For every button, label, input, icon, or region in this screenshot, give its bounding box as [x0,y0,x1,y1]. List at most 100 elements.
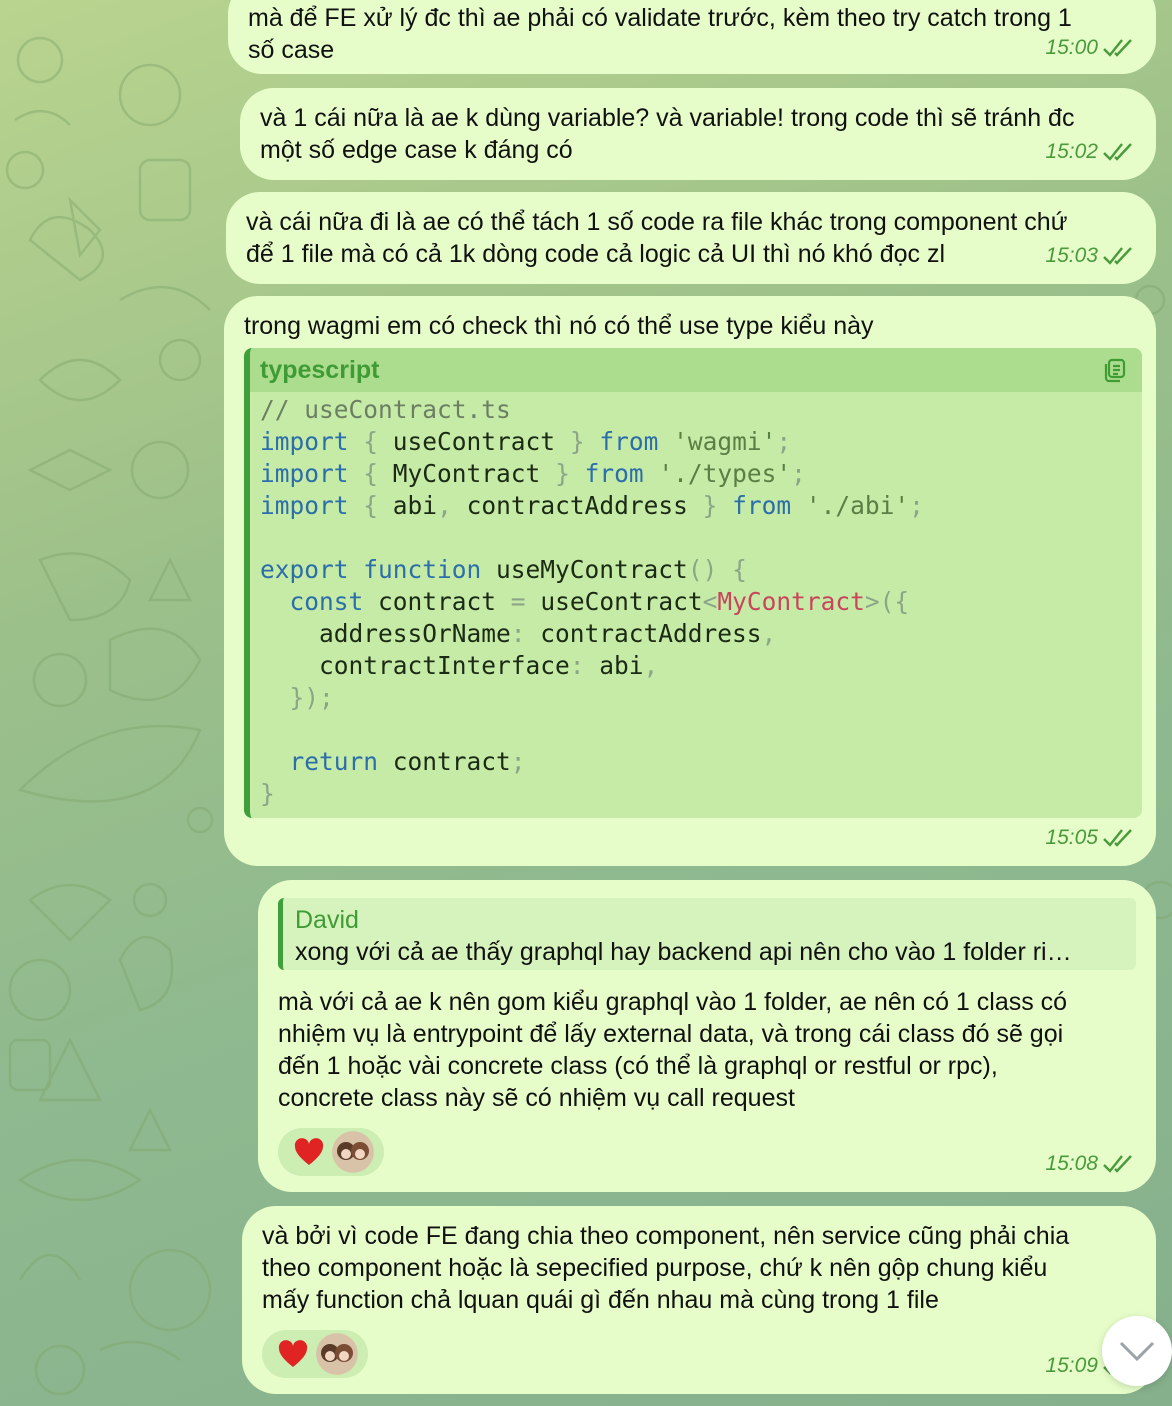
code-line: import { abi, contractAddress } from './… [260,490,1132,522]
message-bubble[interactable]: và 1 cái nữa là ae k dùng variable? và v… [240,88,1156,180]
code-token: from [599,427,659,456]
code-token: abi [584,651,644,680]
double-check-icon [1103,39,1132,57]
code-token: : [510,619,526,648]
avatar[interactable] [316,1333,358,1375]
code-token: = [510,587,526,616]
code-token: , [761,619,777,648]
message-bubble[interactable]: David xong với cả ae thấy graphql hay ba… [258,880,1156,1192]
message-text: và 1 cái nữa là ae k dùng variable? và v… [260,104,1075,164]
double-check-icon [1103,143,1132,161]
message-time-row: 15:02 [1045,140,1134,164]
code-token: addressOrName [260,619,511,648]
message-bubble[interactable]: mà để FE xử lý đc thì ae phải có validat… [228,0,1156,74]
code-line: import { MyContract } from './types'; [260,458,1132,490]
message-bubble[interactable]: và cái nữa đi là ae có thể tách 1 số cod… [226,192,1156,284]
code-token: import [260,459,349,488]
double-check-icon [1103,247,1132,265]
message-time: 15:03 [1045,244,1098,267]
message-text: và cái nữa đi là ae có thể tách 1 số cod… [246,208,1068,268]
message-time: 15:02 [1045,140,1098,163]
message-time-row: 15:00 [1045,36,1134,60]
code-token: contractAddress [451,491,703,520]
heart-icon[interactable] [278,1340,308,1368]
code-language: typescript [260,355,380,384]
message-time: 15:00 [1045,36,1098,59]
code-line: }); [260,682,1132,714]
code-line: } [260,778,1132,810]
code-token: // useContract.ts [260,395,511,424]
code-token: MyContract [717,587,865,616]
message-text: trong wagmi em có check thì nó có thể us… [244,312,874,340]
code-token: contract [363,587,511,616]
code-token: }); [289,683,334,712]
avatar[interactable] [332,1131,374,1173]
code-token: : [569,651,585,680]
code-token: import [260,491,349,520]
code-token: () [687,555,718,584]
reply-text: xong với cả ae thấy graphql hay backend … [295,938,1072,966]
code-token: from [732,491,792,520]
message-bubble[interactable]: và bởi vì code FE đang chia theo compone… [242,1206,1156,1394]
code-block-header: typescript [250,348,1142,392]
code-line: const contract = useContract<MyContract>… [260,586,1132,618]
reaction-bar[interactable] [278,1128,384,1176]
message-time: 15:05 [1045,826,1098,849]
double-check-icon [1103,829,1132,847]
code-token: , [437,491,452,520]
message-bubble[interactable]: trong wagmi em có check thì nó có thể us… [224,296,1156,866]
message-time-row: 15:03 [1045,244,1134,268]
message-time-row: 15:05 [1045,826,1134,850]
code-token: contractInterface [260,651,570,680]
code-line: return contract; [260,746,1132,778]
chevron-down-icon [1119,1341,1155,1362]
code-token: { [363,459,379,488]
code-token: 'wagmi' [673,427,777,456]
code-token: contract [378,747,511,776]
code-content: // useContract.ts import { useContract } … [250,392,1142,818]
code-token: ; [510,747,526,776]
code-token: } [702,491,718,520]
code-token: ; [909,491,924,520]
code-token: return [289,747,379,776]
code-block[interactable]: typescript // useContract.ts import { use… [244,348,1142,818]
code-line: export function useMyContract() { [260,554,1132,586]
reply-preview[interactable]: David xong với cả ae thấy graphql hay ba… [278,898,1136,970]
heart-icon[interactable] [294,1138,324,1166]
code-token: ; [791,459,806,488]
code-line: addressOrName: contractAddress, [260,618,1132,650]
code-token: } [569,427,585,456]
code-token: ; [776,427,792,456]
code-token: useContract [525,587,703,616]
message-text: và bởi vì code FE đang chia theo compone… [262,1222,1070,1314]
message-time: 15:08 [1045,1152,1098,1175]
code-token: './types' [658,459,792,488]
scroll-to-bottom-button[interactable] [1102,1316,1172,1386]
message-time-row: 15:08 [1045,1152,1134,1176]
code-token: contractAddress [525,619,762,648]
code-token: >({ [864,587,910,616]
code-token: const [289,587,364,616]
reaction-bar[interactable] [262,1330,368,1378]
code-token: } [260,779,275,808]
copy-icon[interactable] [1100,356,1128,384]
double-check-icon [1103,1155,1132,1173]
code-token: useContract [378,427,570,456]
message-text: mà để FE xử lý đc thì ae phải có validat… [248,4,1072,64]
code-token: './abi' [805,491,910,520]
code-line: // useContract.ts [260,394,1132,426]
